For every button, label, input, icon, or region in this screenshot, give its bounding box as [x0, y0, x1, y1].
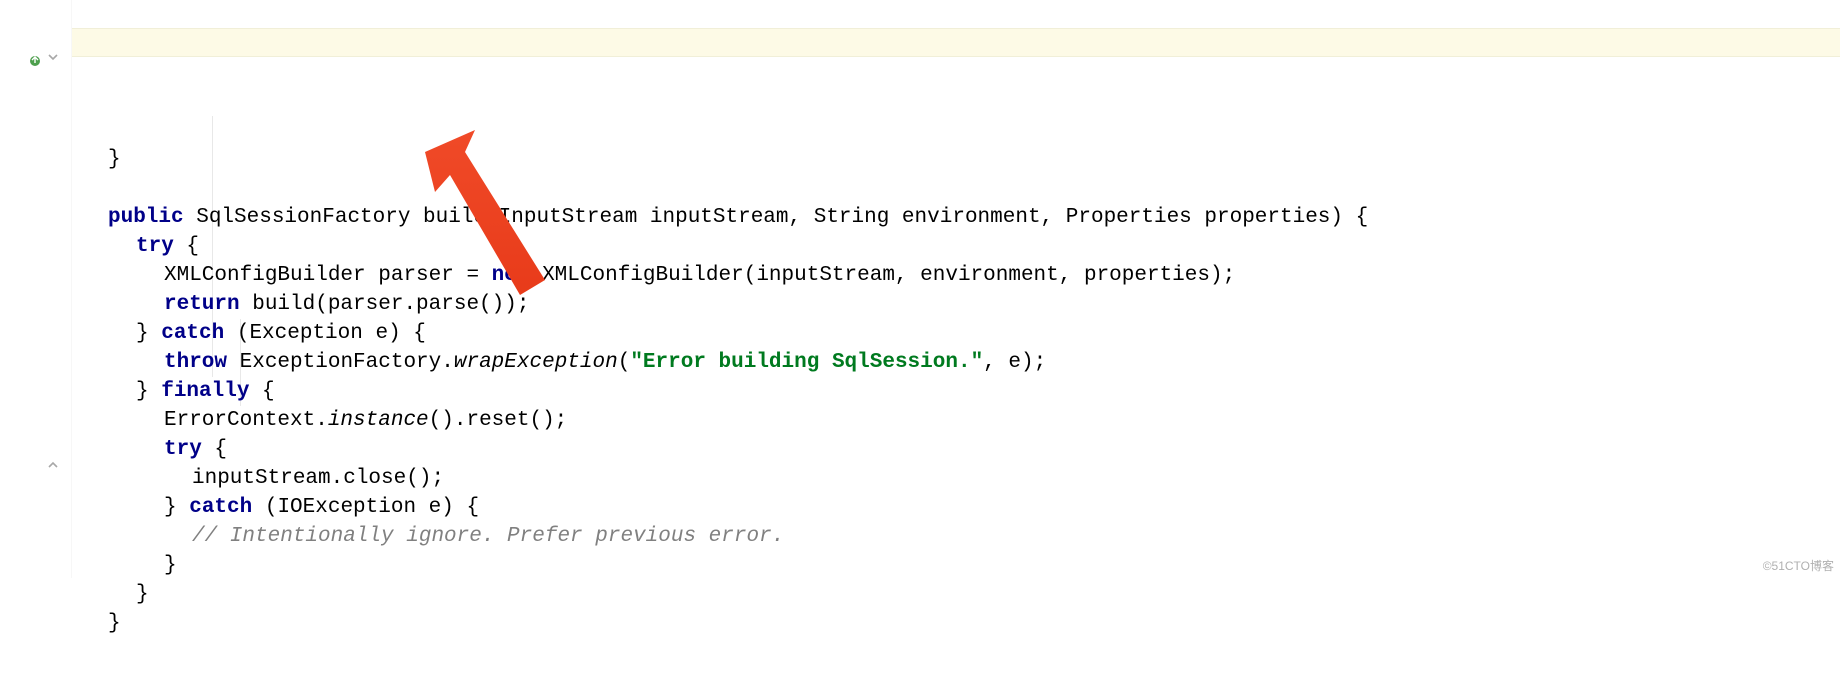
fold-start-icon[interactable] — [46, 50, 62, 66]
code-token: XMLConfigBuilder parser = — [164, 264, 492, 287]
code-token: (IOException e) { — [265, 496, 479, 519]
code-line[interactable] — [80, 174, 1840, 203]
code-token: } — [136, 380, 161, 403]
code-token: } — [136, 322, 161, 345]
code-token: wrapException — [454, 351, 618, 374]
fold-end-icon[interactable] — [46, 458, 62, 474]
code-token: // Intentionally ignore. Prefer previous… — [192, 525, 784, 548]
code-line[interactable]: XMLConfigBuilder parser = new XMLConfigB… — [80, 261, 1840, 290]
code-line[interactable]: } — [80, 580, 1840, 609]
code-token: } — [164, 496, 189, 519]
code-line[interactable]: return build(parser.parse()); — [80, 290, 1840, 319]
code-line[interactable]: } — [80, 609, 1840, 638]
code-token: build(parser.parse()); — [252, 293, 529, 316]
code-token: SqlSessionFactory build(InputStream inpu… — [196, 206, 1368, 229]
code-token: ( — [618, 351, 631, 374]
code-token: try — [164, 438, 214, 461]
code-line[interactable]: } catch (Exception e) { — [80, 319, 1840, 348]
code-token: (Exception e) { — [237, 322, 426, 345]
code-editor[interactable]: } public SqlSessionFactory build(InputStr… — [0, 0, 1840, 578]
code-token: { — [186, 235, 199, 258]
code-token: "Error building SqlSession." — [630, 351, 983, 374]
editor-gutter[interactable] — [0, 0, 72, 578]
code-token: catch — [161, 322, 237, 345]
code-token: throw — [164, 351, 240, 374]
code-token: { — [214, 438, 227, 461]
code-token: try — [136, 235, 186, 258]
code-token: public — [108, 206, 196, 229]
code-token: instance — [328, 409, 429, 432]
code-token: { — [262, 380, 275, 403]
code-token: new — [492, 264, 542, 287]
code-line[interactable]: } — [80, 551, 1840, 580]
code-token: } — [108, 612, 121, 635]
code-line[interactable]: try { — [80, 232, 1840, 261]
code-token: finally — [161, 380, 262, 403]
code-line[interactable]: throw ExceptionFactory.wrapException("Er… — [80, 348, 1840, 377]
code-line[interactable]: ErrorContext.instance().reset(); — [80, 406, 1840, 435]
code-line[interactable]: inputStream.close(); — [80, 464, 1840, 493]
caret-line-highlight — [72, 28, 1840, 57]
code-line[interactable]: // Intentionally ignore. Prefer previous… — [80, 522, 1840, 551]
code-token: ErrorContext. — [164, 409, 328, 432]
code-area[interactable]: } public SqlSessionFactory build(InputStr… — [72, 0, 1840, 578]
code-token: return — [164, 293, 252, 316]
code-token: XMLConfigBuilder(inputStream, environmen… — [542, 264, 1235, 287]
code-token: } — [136, 583, 149, 606]
code-token: catch — [189, 496, 265, 519]
code-token: } — [108, 148, 121, 171]
code-token: ExceptionFactory. — [240, 351, 454, 374]
code-token: inputStream.close(); — [192, 467, 444, 490]
code-token: } — [164, 554, 177, 577]
code-line[interactable]: } — [80, 145, 1840, 174]
watermark-text: ©51CTO博客 — [1763, 557, 1834, 574]
override-icon[interactable] — [28, 54, 44, 70]
code-token: , e); — [983, 351, 1046, 374]
code-line[interactable]: public SqlSessionFactory build(InputStre… — [80, 203, 1840, 232]
code-line[interactable]: } finally { — [80, 377, 1840, 406]
code-token: ().reset(); — [429, 409, 568, 432]
code-line[interactable]: try { — [80, 435, 1840, 464]
code-line[interactable]: } catch (IOException e) { — [80, 493, 1840, 522]
